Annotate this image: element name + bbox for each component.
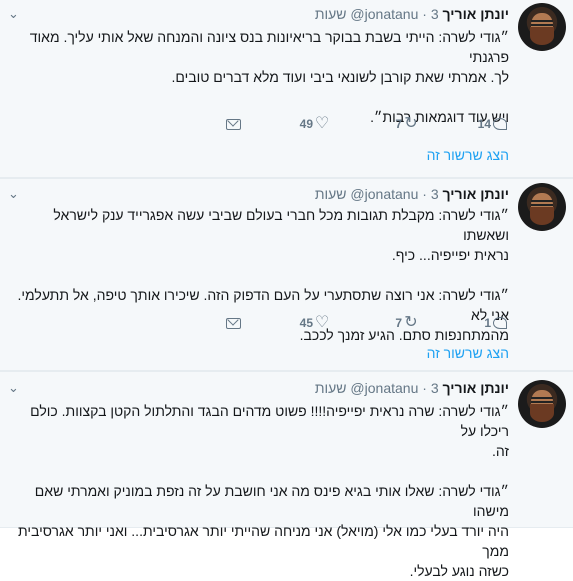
- tweet-actions: 1 ↻ 7 ♡ 45: [12, 312, 509, 334]
- avatar[interactable]: [518, 380, 566, 428]
- mail-icon: [224, 314, 242, 332]
- tweet[interactable]: יונתן אוריך @jonatanu · 3 שעות ⌄ ״גודי ל…: [0, 178, 573, 371]
- tweet-header: יונתן אוריך @jonatanu · 3 שעות ⌄: [8, 185, 509, 203]
- heart-icon: ♡: [314, 314, 330, 331]
- retweet-icon: ↻: [404, 115, 418, 132]
- avatar[interactable]: [518, 3, 566, 51]
- reply-button[interactable]: 1: [420, 314, 509, 332]
- avatar[interactable]: [518, 183, 566, 231]
- timeline: יונתן אוריך @jonatanu · 3 שעות ⌄ ״גודי ל…: [0, 0, 573, 579]
- separator-dot: ·: [422, 6, 427, 22]
- reply-count: 14: [477, 117, 491, 131]
- like-button[interactable]: ♡ 45: [242, 314, 331, 332]
- like-count: 49: [299, 117, 313, 131]
- reply-icon: [491, 314, 509, 332]
- tweet-line: ״גודי לשרה: שאלו אותי בגיא פינס מה אני ח…: [34, 483, 509, 519]
- reply-count: 1: [484, 316, 491, 330]
- tweet-text: ״גודי לשרה: הייתי בשבת בבוקר בריאיונות ב…: [12, 27, 509, 127]
- separator-dot: ·: [422, 186, 427, 202]
- author-name[interactable]: יונתן אוריך: [443, 380, 510, 396]
- tweet-line: היה יורד בעלי כמו אלי (מויאל) אני מניחה …: [17, 523, 509, 559]
- tweet-actions: 14 ↻ 7 ♡ 49: [12, 113, 509, 135]
- separator-dot: ·: [422, 380, 427, 396]
- retweet-icon: ↻: [404, 314, 418, 331]
- retweet-button[interactable]: ↻ 7: [331, 314, 420, 332]
- show-thread-link[interactable]: הצג שרשור זה: [427, 345, 509, 361]
- dm-button[interactable]: [153, 314, 242, 332]
- tweet-header: יונתן אוריך @jonatanu · 3 שעות ⌄: [8, 379, 509, 397]
- dm-button[interactable]: [153, 115, 242, 133]
- tweet[interactable]: יונתן אוריך @jonatanu · 3 שעות ⌄ ״גודי ל…: [0, 0, 573, 178]
- chevron-down-icon[interactable]: ⌄: [8, 379, 24, 395]
- tweet-line: ״גודי לשרה: שרה נראית יפייפיה!!!! פשוט מ…: [30, 403, 509, 439]
- reply-icon: [491, 115, 509, 133]
- show-thread-link[interactable]: הצג שרשור זה: [427, 147, 509, 163]
- chevron-down-icon[interactable]: ⌄: [8, 5, 24, 21]
- chevron-down-icon[interactable]: ⌄: [8, 185, 24, 201]
- retweet-count: 7: [395, 117, 402, 131]
- tweet-line: ״גודי לשרה: הייתי בשבת בבוקר בריאיונות ב…: [29, 29, 509, 65]
- retweet-button[interactable]: ↻ 7: [331, 115, 420, 133]
- tweet-line: ״גודי לשרה: מקבלת תגובות מכל חברי בעולם …: [53, 207, 509, 243]
- author-name[interactable]: יונתן אוריך: [443, 186, 510, 202]
- heart-icon: ♡: [314, 115, 330, 132]
- author-handle[interactable]: @jonatanu: [350, 186, 418, 202]
- tweet-line: נראית יפייפיה... כיף.: [391, 247, 509, 263]
- like-count: 45: [299, 316, 313, 330]
- tweet-line: זה.: [491, 443, 509, 459]
- tweet-header: יונתן אוריך @jonatanu · 3 שעות ⌄: [8, 5, 509, 23]
- author-handle[interactable]: @jonatanu: [350, 380, 418, 396]
- author-handle[interactable]: @jonatanu: [350, 6, 418, 22]
- tweet-text: ״גודי לשרה: שרה נראית יפייפיה!!!! פשוט מ…: [12, 401, 509, 581]
- tweet-line: לך. אמרתי שאת קורבן לשונאי ביבי ועוד מלא…: [171, 69, 509, 85]
- reply-button[interactable]: 14: [420, 115, 509, 133]
- retweet-count: 7: [395, 316, 402, 330]
- mail-icon: [224, 115, 242, 133]
- tweet[interactable]: יונתן אוריך @jonatanu · 3 שעות ⌄ ״גודי ל…: [0, 371, 573, 579]
- like-button[interactable]: ♡ 49: [242, 115, 331, 133]
- author-name[interactable]: יונתן אוריך: [443, 6, 510, 22]
- tweet-line: כשזה נוגע לבעלי.: [409, 563, 509, 579]
